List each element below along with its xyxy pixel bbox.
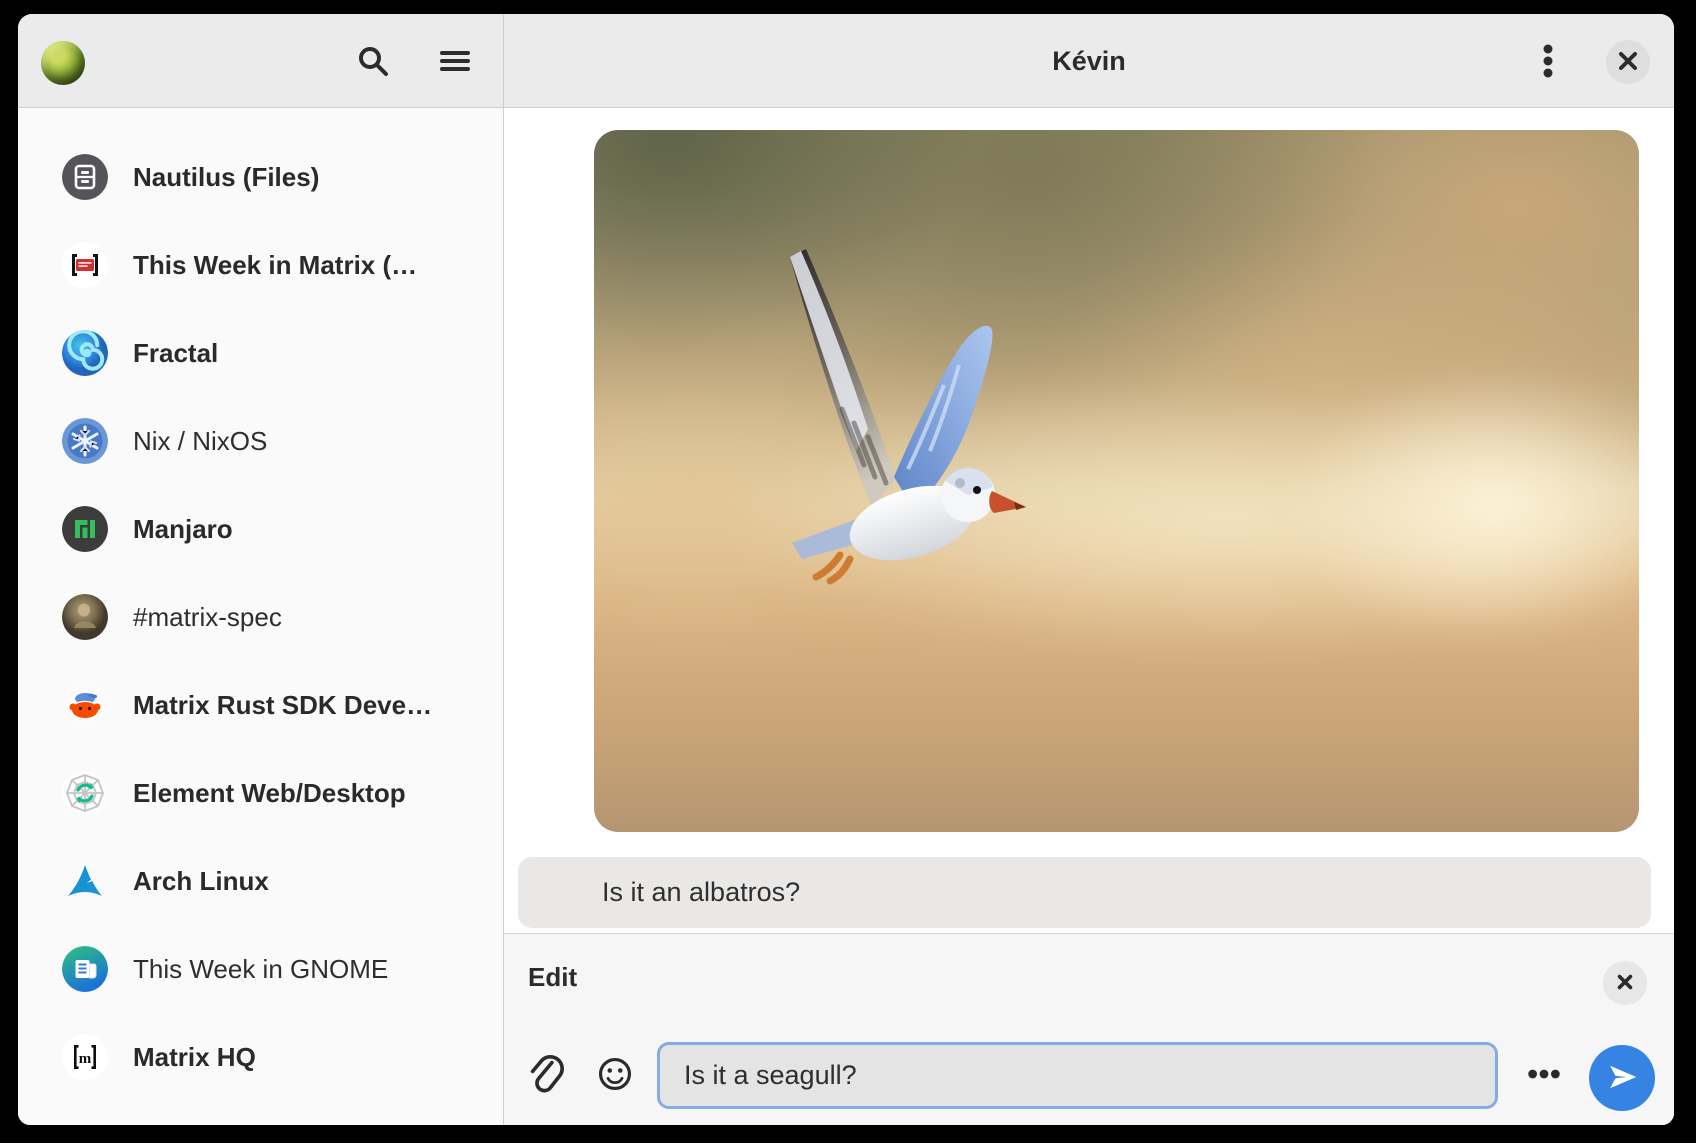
matrix-spec-avatar-icon xyxy=(62,594,108,640)
chat-title: Kévin xyxy=(504,14,1674,108)
sidebar-item-rust-sdk[interactable]: Matrix Rust SDK Deve… xyxy=(18,661,503,749)
arch-linux-avatar-icon xyxy=(62,858,108,904)
message-bubble-highlighted[interactable]: Is it an albatros? xyxy=(518,857,1651,928)
user-account-avatar[interactable] xyxy=(41,41,85,85)
more-options-button[interactable] xyxy=(1520,1051,1568,1099)
send-message-button[interactable] xyxy=(1589,1045,1655,1111)
search-icon xyxy=(353,41,393,84)
sidebar-item-matrix-hq[interactable]: m Matrix HQ xyxy=(18,1013,503,1101)
message-timeline: Is it an albatros? xyxy=(504,108,1674,933)
chat-panel: Is it an albatros? Edit xyxy=(504,108,1674,1125)
main-menu-icon xyxy=(435,41,475,84)
room-label: Arch Linux xyxy=(133,866,269,897)
chat-header: Kévin xyxy=(504,14,1674,108)
close-icon xyxy=(1617,50,1639,75)
fractal-avatar-icon xyxy=(62,330,108,376)
message-text: Is it an albatros? xyxy=(518,877,800,908)
svg-text:m: m xyxy=(79,1051,92,1067)
room-menu-button[interactable] xyxy=(1524,38,1572,86)
close-window-button[interactable] xyxy=(1606,40,1650,84)
edit-mode-label: Edit xyxy=(528,962,577,993)
sidebar-item-twim[interactable]: This Week in Matrix (… xyxy=(18,221,503,309)
sidebar-item-fractal[interactable]: Fractal xyxy=(18,309,503,397)
sidebar-item-element[interactable]: Element Web/Desktop xyxy=(18,749,503,837)
sidebar-item-twig[interactable]: This Week in GNOME xyxy=(18,925,503,1013)
sidebar-item-arch[interactable]: Arch Linux xyxy=(18,837,503,925)
room-label: Nix / NixOS xyxy=(133,426,267,457)
twig-avatar-icon xyxy=(62,946,108,992)
manjaro-avatar-icon xyxy=(62,506,108,552)
sidebar-item-nautilus[interactable]: Nautilus (Files) xyxy=(18,133,503,221)
more-options-icon xyxy=(1523,1053,1565,1098)
composer-panel: Edit xyxy=(504,933,1674,1125)
emoji-icon xyxy=(594,1053,636,1098)
sidebar-header xyxy=(18,14,503,108)
close-icon xyxy=(1615,972,1635,995)
fractal-window: Kévin xyxy=(18,14,1674,1125)
room-label: Nautilus (Files) xyxy=(133,162,319,193)
room-label: This Week in GNOME xyxy=(133,954,388,985)
room-label: This Week in Matrix (… xyxy=(133,250,417,281)
send-icon xyxy=(1603,1058,1641,1099)
seagull-illustration xyxy=(744,225,1044,665)
room-label: Fractal xyxy=(133,338,218,369)
room-label: Element Web/Desktop xyxy=(133,778,406,809)
attach-file-button[interactable] xyxy=(520,1051,568,1099)
sidebar-item-nixos[interactable]: Nix / NixOS xyxy=(18,397,503,485)
sidebar-item-matrix-spec[interactable]: #matrix-spec xyxy=(18,573,503,661)
room-list: Nautilus (Files) This Week in Matrix (… xyxy=(18,108,503,1125)
main-menu-button[interactable] xyxy=(431,38,479,86)
cancel-edit-button[interactable] xyxy=(1603,961,1647,1005)
nautilus-avatar-icon xyxy=(62,154,108,200)
room-label: Manjaro xyxy=(133,514,233,545)
kebab-menu-icon xyxy=(1528,41,1568,84)
rust-sdk-avatar-icon xyxy=(62,682,108,728)
image-message-seagull[interactable] xyxy=(594,130,1639,832)
room-label: #matrix-spec xyxy=(133,602,282,633)
emoji-picker-button[interactable] xyxy=(591,1051,639,1099)
room-label: Matrix Rust SDK Deve… xyxy=(133,690,432,721)
nixos-avatar-icon xyxy=(62,418,108,464)
sidebar-item-manjaro[interactable]: Manjaro xyxy=(18,485,503,573)
element-avatar-icon xyxy=(62,770,108,816)
room-label: Matrix HQ xyxy=(133,1042,256,1073)
twim-avatar-icon xyxy=(62,242,108,288)
attachment-icon xyxy=(523,1053,565,1098)
matrix-hq-avatar-icon: m xyxy=(62,1034,108,1080)
search-button[interactable] xyxy=(349,38,397,86)
message-input[interactable] xyxy=(657,1042,1498,1109)
